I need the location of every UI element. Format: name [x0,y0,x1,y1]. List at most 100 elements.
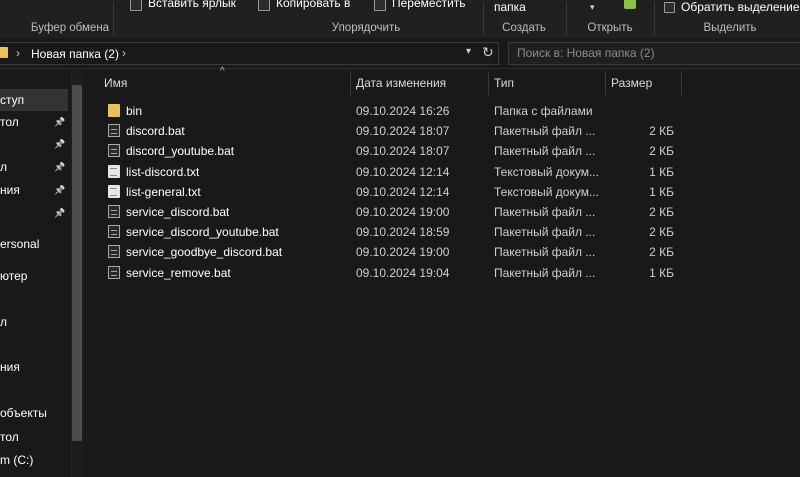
file-size [606,101,674,121]
column-header-type[interactable]: Тип [494,69,514,97]
folder-icon [108,104,120,117]
nav-scrollbar[interactable] [70,69,84,477]
file-name: list-discord.txt [126,164,200,179]
file-row[interactable]: bin 09.10.2024 16:26 Папка с файлами [86,101,800,121]
ribbon-divider [483,2,484,36]
navigation-pane: ступ тол 📌 📌 л 📌 ния 📌 📌 ersonal ютер л ния объекты то… [0,69,86,477]
file-row[interactable]: service_discord.bat 09.10.2024 19:00 Пакет… [86,202,800,222]
file-type: Текстовый докум... [494,164,599,179]
file-size: 2 КБ [649,225,674,240]
file-row[interactable]: discord.bat 09.10.2024 18:07 Пакетный файл… [86,121,800,141]
nav-item[interactable]: ютер [0,265,27,287]
nav-item-label: объекты [0,406,47,420]
pin-icon[interactable]: 📌 [54,111,65,133]
chevron-right-icon[interactable]: › [16,46,20,60]
pin-icon[interactable]: 📌 [54,202,65,224]
file-name: discord.bat [126,124,185,139]
nav-item[interactable]: ния [0,356,20,378]
file-date-modified: 09.10.2024 19:04 [356,265,450,280]
nav-item-label: ступ [0,93,25,107]
nav-item[interactable]: ния 📌 [0,179,65,201]
search-input[interactable]: Поиск в: Новая папка (2) [508,42,800,65]
pin-icon[interactable]: 📌 [54,179,65,201]
nav-item[interactable]: m (C:) [0,449,33,471]
file-date-modified: 09.10.2024 18:59 [356,225,450,240]
ribbon: Вставить ярлык Копировать в Переместить … [0,0,800,38]
nav-item-label: ния [0,183,20,197]
new-folder-button[interactable]: папка [494,0,526,16]
group-select-label: Выделить [703,22,757,34]
file-name: list-general.txt [126,184,201,199]
nav-item[interactable]: л 📌 [0,156,65,178]
invert-selection-icon [664,2,675,14]
batch-file-icon [108,124,120,138]
file-size: 1 КБ [649,184,674,199]
nav-item[interactable]: ступ [0,89,24,111]
file-type: Пакетный файл ... [494,144,596,159]
copy-to-button[interactable]: Копировать в [258,0,350,12]
file-size: 2 КБ [649,124,674,139]
column-divider[interactable] [681,71,682,95]
text-file-icon [108,184,120,198]
new-folder-label: папка [494,0,526,14]
copy-to-label: Копировать в [276,0,351,10]
file-type: Пакетный файл ... [494,205,596,219]
file-row[interactable]: discord_youtube.bat 09.10.2024 18:07 Пакет… [86,141,800,161]
column-header-name[interactable]: Имя [104,69,127,97]
move-to-button[interactable]: Переместить [374,0,466,12]
nav-item[interactable]: объекты [0,402,47,424]
invert-selection-label: Обратить выделение [681,0,800,14]
file-date-modified: 09.10.2024 18:07 [356,124,450,139]
batch-file-icon [108,245,120,259]
breadcrumb[interactable]: Новая папка (2) [31,47,119,61]
file-row[interactable]: list-general.txt 09.10.2024 12:14 Текстовы… [86,182,800,202]
file-date-modified: 09.10.2024 12:14 [356,164,450,179]
nav-item[interactable]: л [0,311,7,333]
batch-file-icon [108,225,120,239]
group-organize-label: Упорядочить [331,22,401,34]
paste-shortcut-icon [130,0,142,11]
invert-selection-button[interactable]: Обратить выделение [664,0,800,16]
file-name: discord_youtube.bat [126,144,235,159]
nav-item-label: ния [0,360,20,374]
paste-shortcut-button[interactable]: Вставить ярлык [130,0,236,12]
file-type: Пакетный файл ... [494,245,596,260]
batch-file-icon [108,265,120,279]
column-divider[interactable] [350,71,351,95]
nav-scrollbar-thumb[interactable] [72,85,82,441]
file-row[interactable]: service_remove.bat 09.10.2024 19:04 Пакетн… [86,263,800,283]
open-dropdown-chevron-icon[interactable]: ▾ [590,0,595,16]
sort-ascending-icon: ^ [220,66,225,77]
chevron-right-icon[interactable]: › [122,46,126,60]
file-row[interactable]: service_discord_youtube.bat 09.10.2024 18… [86,222,800,242]
file-type: Пакетный файл ... [494,265,596,280]
nav-item[interactable]: тол 📌 [0,111,65,133]
nav-item[interactable]: ersonal [0,233,39,255]
column-header-size[interactable]: Размер [611,69,652,97]
file-size: 1 КБ [649,265,674,280]
column-divider[interactable] [488,71,489,95]
file-size: 2 КБ [649,245,674,260]
file-date-modified: 09.10.2024 18:07 [356,144,450,159]
column-divider[interactable] [605,71,606,95]
nav-item[interactable]: тол [0,426,19,448]
column-header-date[interactable]: Дата изменения [356,69,446,97]
nav-item-label: ersonal [0,237,40,251]
refresh-icon[interactable]: ↻ [482,44,494,61]
nav-item-label: m (C:) [0,453,34,467]
address-history-chevron-icon[interactable]: ▾ [466,46,471,57]
file-type: Текстовый докум... [494,184,599,199]
group-clipboard-label: Буфер обмена [30,22,110,34]
edit-icon[interactable] [624,0,636,14]
pin-icon[interactable]: 📌 [54,133,65,155]
file-name: service_goodbye_discord.bat [126,245,283,260]
nav-item-label: тол [0,115,19,129]
text-file-icon [108,164,120,178]
address-bar[interactable]: › Новая папка (2) › ▾ ↻ [0,42,499,65]
paste-shortcut-label: Вставить ярлык [148,0,236,10]
nav-item-label: л [0,315,8,329]
file-row[interactable]: service_goodbye_discord.bat 09.10.2024 19… [86,242,800,262]
move-to-icon [374,0,386,11]
pin-icon[interactable]: 📌 [54,156,65,178]
file-row[interactable]: list-discord.txt 09.10.2024 12:14 Текстовы… [86,162,800,182]
